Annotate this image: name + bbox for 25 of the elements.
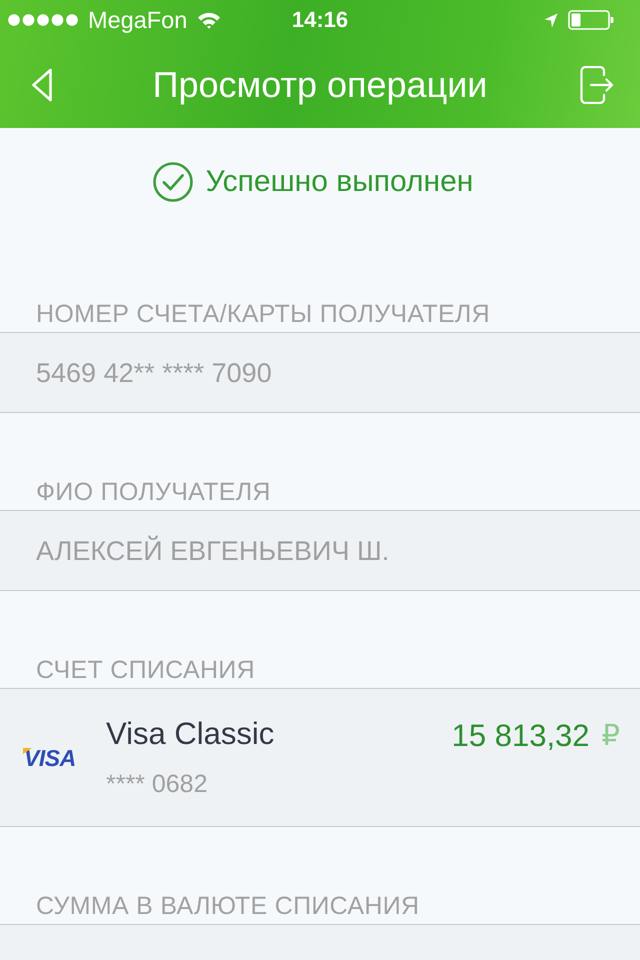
card-name: Visa Classic <box>106 716 276 752</box>
battery-icon <box>568 10 614 30</box>
section-label: СЧЕТ СПИСАНИЯ <box>36 656 255 684</box>
card-logo: VISA <box>23 748 76 768</box>
exit-button[interactable] <box>580 66 614 104</box>
check-circle-icon <box>152 162 193 202</box>
location-arrow-icon <box>544 12 558 28</box>
section-label: СУММА В ВАЛЮТЕ СПИСАНИЯ <box>36 892 420 920</box>
carrier-name: MegaFon <box>88 7 188 33</box>
field-value: 5469 42** **** 7090 <box>36 356 272 388</box>
signal-dots-icon <box>8 14 78 26</box>
section-label: ФИО ПОЛУЧАТЕЛЯ <box>36 478 271 506</box>
section-label: НОМЕР СЧЕТА/КАРТЫ ПОЛУЧАТЕЛЯ <box>36 300 490 328</box>
wifi-icon <box>197 11 222 29</box>
card-balance: 15 813,32 <box>452 718 590 754</box>
success-status: Успешно выполнен <box>206 164 474 198</box>
field-value: АЛЕКСЕЙ ЕВГЕНЬЕВИЧ Ш. <box>36 534 390 566</box>
exit-icon <box>580 66 614 104</box>
card-number: **** 0682 <box>106 769 208 799</box>
currency-sign: ₽ <box>602 719 620 754</box>
status-time: 14:16 <box>292 7 348 33</box>
card-row[interactable]: VISA Visa Classic **** 0682 15 813,32 ₽ <box>0 688 640 827</box>
back-button[interactable] <box>31 68 53 102</box>
screen-title: Просмотр операции <box>152 64 488 106</box>
back-icon <box>31 68 53 102</box>
